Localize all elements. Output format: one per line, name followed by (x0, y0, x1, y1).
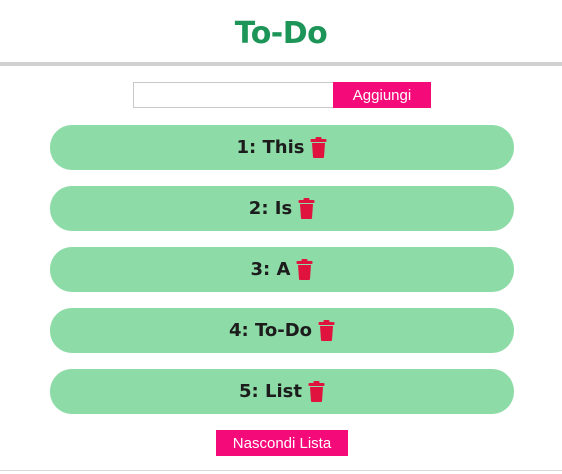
add-button[interactable]: Aggiungi (333, 82, 431, 108)
todo-item: 4: To-Do (50, 308, 514, 353)
trash-icon[interactable] (318, 320, 335, 341)
trash-icon[interactable] (310, 137, 327, 158)
hide-list-button[interactable]: Nascondi Lista (216, 430, 348, 456)
todo-page: To-Do Aggiungi 1: This 2: Is 3: A 4: To-… (0, 0, 562, 474)
todo-item: 1: This (50, 125, 514, 170)
todo-item: 3: A (50, 247, 514, 292)
footer-divider (0, 470, 562, 471)
todo-item: 2: Is (50, 186, 514, 231)
page-title: To-Do (234, 15, 328, 51)
todo-text: 3: A (250, 259, 291, 280)
todo-text: 1: This (236, 137, 305, 158)
add-todo-form: Aggiungi (133, 82, 431, 108)
trash-icon[interactable] (296, 259, 313, 280)
trash-icon[interactable] (308, 381, 325, 402)
todo-text: 2: Is (248, 198, 293, 219)
header: To-Do (0, 0, 562, 66)
todo-item: 5: List (50, 369, 514, 414)
todo-text: 4: To-Do (228, 320, 313, 341)
todo-list: 1: This 2: Is 3: A 4: To-Do 5: List (50, 125, 514, 430)
trash-icon[interactable] (298, 198, 315, 219)
todo-text: 5: List (239, 381, 302, 402)
todo-input[interactable] (133, 82, 333, 108)
